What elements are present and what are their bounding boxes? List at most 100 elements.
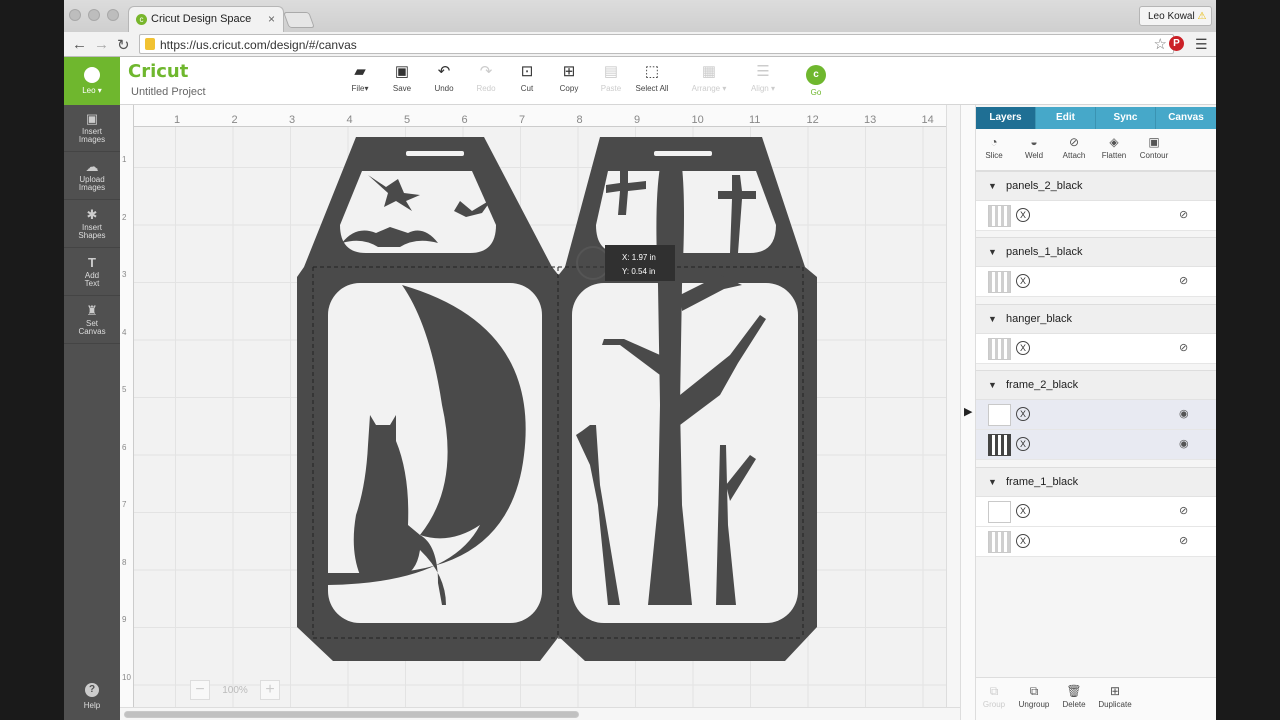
file-button[interactable]: ▰ File▾ bbox=[337, 63, 383, 94]
flatten-icon: ◈ bbox=[1109, 135, 1119, 149]
copy-button[interactable]: ⊞ Copy bbox=[546, 64, 592, 94]
panel-tabs: Layers Edit Sync Canvas bbox=[976, 107, 1216, 129]
vertical-scrollbar[interactable] bbox=[946, 105, 960, 707]
layer-group[interactable]: ▼ hanger_black bbox=[976, 304, 1216, 334]
layer-row[interactable]: X ◉ bbox=[976, 430, 1216, 460]
tab-canvas[interactable]: Canvas bbox=[1156, 107, 1216, 129]
zoom-in-button[interactable]: + bbox=[260, 680, 280, 700]
undo-label: Undo bbox=[434, 84, 454, 93]
layer-row[interactable]: X ⊘ bbox=[976, 527, 1216, 557]
lock-icon bbox=[145, 38, 155, 50]
undo-button[interactable]: ↶ Undo bbox=[421, 64, 467, 94]
design-canvas[interactable]: 1 2 3 4 5 6 7 8 9 10 11 12 13 14 1 2 3 4 5 6 7 8 9 10 bbox=[120, 105, 960, 720]
reload-icon[interactable]: ↻ bbox=[117, 36, 130, 54]
contour-icon: ▣ bbox=[1148, 135, 1160, 149]
collapse-icon[interactable]: ▼ bbox=[988, 247, 997, 257]
rail-label: Images bbox=[78, 135, 106, 144]
collapse-icon[interactable]: ▼ bbox=[988, 314, 997, 324]
project-name[interactable]: Untitled Project bbox=[131, 86, 206, 98]
eye-icon[interactable]: ◉ bbox=[1179, 407, 1189, 420]
flatten-button[interactable]: ◈ Flatten bbox=[1094, 135, 1134, 160]
menu-icon[interactable]: ☰ bbox=[1195, 36, 1208, 53]
attach-button[interactable]: ⊘ Attach bbox=[1054, 135, 1094, 160]
bookmark-star-icon[interactable]: ☆ bbox=[1154, 35, 1167, 53]
eye-hidden-icon[interactable]: ⊘ bbox=[1179, 274, 1188, 287]
new-tab-button[interactable] bbox=[283, 12, 315, 28]
folder-icon: ▰ bbox=[354, 63, 366, 80]
add-text-button[interactable]: T Add Text bbox=[64, 249, 120, 296]
layer-group[interactable]: ▼ frame_1_black bbox=[976, 467, 1216, 497]
arrange-button[interactable]: ▦ Arrange ▾ bbox=[686, 64, 732, 94]
align-button[interactable]: ☰ Align ▾ bbox=[740, 64, 786, 94]
go-button[interactable]: c bbox=[806, 65, 826, 85]
expand-arrow-icon[interactable]: ▶ bbox=[964, 405, 972, 418]
layer-group[interactable]: ▼ panels_1_black bbox=[976, 237, 1216, 267]
layer-row[interactable]: X ◉ bbox=[976, 400, 1216, 430]
minimize-window-button[interactable] bbox=[88, 9, 100, 21]
zoom-window-button[interactable] bbox=[107, 9, 119, 21]
ungroup-label: Ungroup bbox=[1018, 700, 1050, 709]
upload-images-button[interactable]: ☁ Upload Images bbox=[64, 153, 120, 200]
set-canvas-button[interactable]: ♜ Set Canvas bbox=[64, 297, 120, 344]
redo-button[interactable]: ↷ Redo bbox=[463, 64, 509, 94]
collapse-icon[interactable]: ▼ bbox=[988, 477, 997, 487]
zoom-out-button[interactable]: − bbox=[190, 680, 210, 700]
eye-icon[interactable]: ◉ bbox=[1179, 437, 1189, 450]
collapse-icon[interactable]: ▼ bbox=[988, 380, 997, 390]
slice-button[interactable]: ◔ Slice bbox=[974, 135, 1014, 160]
cut-type-icon[interactable]: X bbox=[1016, 208, 1030, 222]
tab-layers[interactable]: Layers bbox=[976, 107, 1036, 129]
paste-button[interactable]: ▤ Paste bbox=[588, 64, 634, 94]
layer-thumbnail bbox=[988, 338, 1011, 360]
profile-chip[interactable]: Leo Kowal ⚠ bbox=[1139, 6, 1212, 26]
back-icon[interactable]: ← bbox=[72, 36, 87, 53]
layer-thumbnail bbox=[988, 205, 1011, 227]
eye-hidden-icon[interactable]: ⊘ bbox=[1179, 208, 1188, 221]
user-name: Leo bbox=[82, 86, 96, 95]
layer-group[interactable]: ▼ panels_2_black bbox=[976, 171, 1216, 201]
zoom-level: 100% bbox=[222, 684, 248, 696]
collapse-icon[interactable]: ▼ bbox=[988, 181, 997, 191]
scroll-thumb[interactable] bbox=[124, 711, 579, 718]
ungroup-button[interactable]: ⧉ Ungroup bbox=[1016, 684, 1052, 709]
cut-type-icon[interactable]: X bbox=[1016, 534, 1030, 548]
cut-type-icon[interactable]: X bbox=[1016, 437, 1030, 451]
duplicate-button[interactable]: ⊞ Duplicate bbox=[1094, 684, 1136, 709]
cut-type-icon[interactable]: X bbox=[1016, 407, 1030, 421]
tab-sync[interactable]: Sync bbox=[1096, 107, 1156, 129]
lantern-artwork[interactable] bbox=[120, 105, 946, 707]
layer-row[interactable]: X ⊘ bbox=[976, 267, 1216, 297]
layer-group[interactable]: ▼ frame_2_black bbox=[976, 370, 1216, 400]
insert-images-button[interactable]: ▣ Insert Images bbox=[64, 105, 120, 152]
forward-icon[interactable]: → bbox=[94, 36, 109, 53]
eye-hidden-icon[interactable]: ⊘ bbox=[1179, 534, 1188, 547]
paste-label: Paste bbox=[600, 84, 622, 93]
pinterest-icon[interactable]: P bbox=[1169, 36, 1184, 51]
save-button[interactable]: ▣ Save bbox=[379, 64, 425, 94]
weld-button[interactable]: ◒ Weld bbox=[1014, 135, 1054, 160]
close-tab-icon[interactable]: × bbox=[268, 12, 275, 26]
cut-type-icon[interactable]: X bbox=[1016, 274, 1030, 288]
url-input[interactable]: https://us.cricut.com/design/#/canvas ☆ bbox=[139, 34, 1174, 54]
cut-type-icon[interactable]: X bbox=[1016, 504, 1030, 518]
layer-row[interactable]: X ⊘ bbox=[976, 497, 1216, 527]
tab-edit[interactable]: Edit bbox=[1036, 107, 1096, 129]
browser-tab[interactable]: c Cricut Design Space × bbox=[128, 6, 284, 32]
insert-shapes-button[interactable]: ✱ Insert Shapes bbox=[64, 201, 120, 248]
contour-button[interactable]: ▣ Contour bbox=[1134, 135, 1174, 160]
close-window-button[interactable] bbox=[69, 9, 81, 21]
group-label: Group bbox=[982, 700, 1006, 709]
group-button[interactable]: ⧉ Group bbox=[980, 684, 1008, 709]
help-button[interactable]: ? Help bbox=[64, 677, 120, 717]
layer-row[interactable]: X ⊘ bbox=[976, 334, 1216, 364]
panel-collapse-strip[interactable]: ▶ bbox=[960, 105, 976, 720]
cut-type-icon[interactable]: X bbox=[1016, 341, 1030, 355]
delete-button[interactable]: 🗑 Delete bbox=[1060, 684, 1088, 709]
select-all-button[interactable]: ⬚ Select All bbox=[629, 64, 675, 94]
user-menu[interactable]: Leo ▾ bbox=[64, 57, 120, 105]
layer-row[interactable]: X ⊘ bbox=[976, 201, 1216, 231]
eye-hidden-icon[interactable]: ⊘ bbox=[1179, 504, 1188, 517]
cut-button[interactable]: ⊡ Cut bbox=[504, 64, 550, 94]
eye-hidden-icon[interactable]: ⊘ bbox=[1179, 341, 1188, 354]
horizontal-scrollbar[interactable] bbox=[120, 707, 960, 720]
